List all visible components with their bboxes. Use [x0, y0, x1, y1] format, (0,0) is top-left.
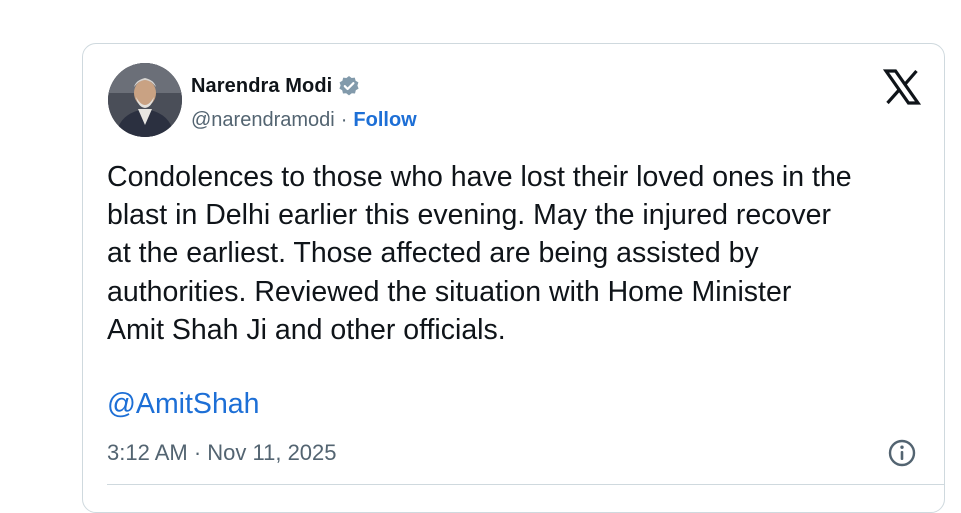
tweet-text: Condolences to those who have lost their… — [107, 161, 852, 346]
tweet-timestamp[interactable]: 3:12 AM · Nov 11, 2025 — [107, 440, 337, 466]
divider — [107, 484, 944, 485]
avatar[interactable] — [108, 63, 182, 137]
x-logo-icon[interactable] — [883, 68, 921, 106]
handle-separator: · — [340, 108, 348, 131]
mention-link[interactable]: @AmitShah — [107, 388, 260, 421]
info-icon[interactable] — [886, 437, 918, 469]
author-name-row: Narendra Modi — [191, 72, 360, 100]
avatar-image — [108, 63, 182, 137]
author-handle[interactable]: @narendramodi — [191, 109, 335, 132]
follow-button[interactable]: Follow — [353, 109, 416, 132]
author-handle-row: @narendramodi · Follow — [191, 106, 417, 134]
author-name[interactable]: Narendra Modi — [191, 75, 332, 98]
tweet-card: Narendra Modi @narendramodi · Follow Con… — [82, 43, 945, 513]
verified-badge-icon — [339, 76, 359, 96]
